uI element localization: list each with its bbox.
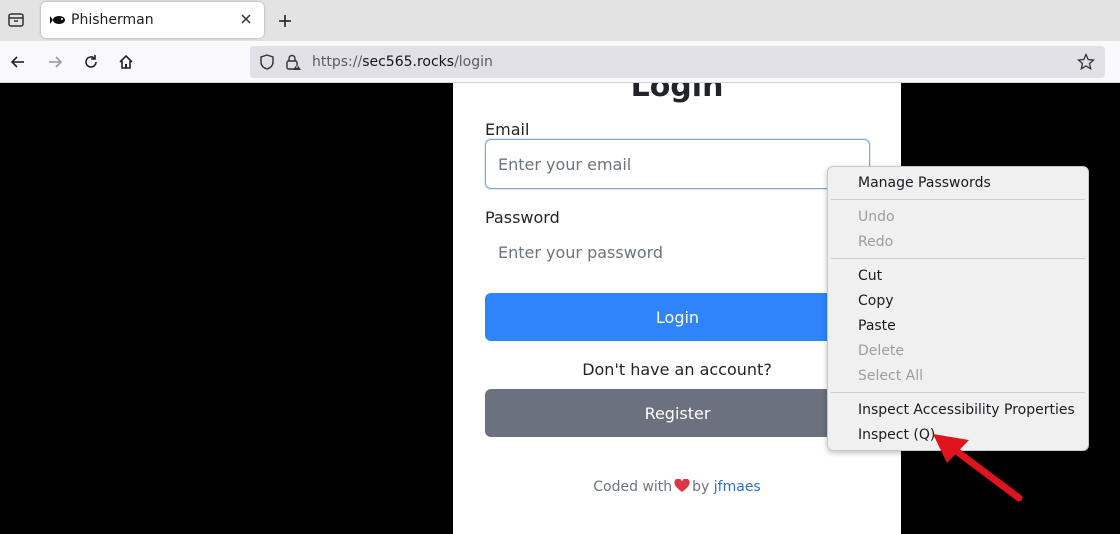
menu-item-redo[interactable]: Redo	[858, 234, 893, 250]
forward-button[interactable]	[42, 49, 68, 75]
tab-bar: Phisherman	[0, 0, 1120, 41]
footer: Coded with by jfmaes	[453, 479, 901, 495]
url-text[interactable]: https://sec565.rocks/login	[312, 54, 493, 70]
author-link[interactable]: jfmaes	[714, 479, 761, 495]
tab-list-icon	[8, 13, 24, 27]
home-button[interactable]	[113, 49, 139, 75]
menu-item-copy[interactable]: Copy	[858, 293, 894, 309]
star-icon[interactable]	[1077, 53, 1095, 71]
lock-icon[interactable]	[284, 53, 302, 71]
menu-item-select-all[interactable]: Select All	[858, 368, 923, 384]
back-arrow-icon	[10, 56, 24, 68]
page-title: Login	[630, 83, 724, 104]
heart-icon	[674, 479, 690, 492]
register-button[interactable]: Register	[485, 389, 870, 437]
tab-list-button[interactable]	[0, 4, 32, 36]
url-scheme: https://	[312, 54, 363, 70]
new-tab-button[interactable]	[272, 8, 298, 34]
shield-icon[interactable]	[258, 53, 276, 71]
fish-favicon-icon	[50, 16, 65, 24]
reload-icon	[85, 55, 97, 68]
plus-icon	[279, 15, 291, 27]
tab-phisherman[interactable]: Phisherman	[41, 2, 264, 38]
url-bar[interactable]: https://sec565.rocks/login	[250, 46, 1105, 78]
menu-item-inspect[interactable]: Inspect (Q)	[858, 427, 935, 443]
context-menu: Manage Passwords Undo Redo Cut Copy Past…	[827, 166, 1089, 451]
tab-title: Phisherman	[71, 12, 154, 28]
footer-by: by	[692, 479, 710, 495]
menu-item-manage-passwords[interactable]: Manage Passwords	[858, 175, 991, 191]
navigation-bar: https://sec565.rocks/login	[0, 41, 1120, 83]
back-button[interactable]	[5, 49, 31, 75]
menu-item-paste[interactable]: Paste	[858, 318, 896, 334]
close-icon	[241, 14, 251, 24]
menu-item-undo[interactable]: Undo	[858, 209, 895, 225]
tab-close-button[interactable]	[238, 11, 254, 27]
email-field[interactable]	[485, 139, 870, 189]
email-label: Email	[485, 120, 530, 139]
password-field[interactable]	[485, 227, 870, 277]
home-icon	[119, 54, 133, 69]
forward-arrow-icon	[49, 56, 63, 68]
menu-separator	[831, 392, 1085, 393]
url-host: sec565.rocks	[362, 54, 455, 70]
menu-separator	[831, 258, 1085, 259]
password-label: Password	[485, 208, 560, 227]
menu-separator	[831, 199, 1085, 200]
annotation-arrow-icon	[933, 434, 1023, 502]
menu-item-delete[interactable]: Delete	[858, 343, 904, 359]
login-button[interactable]: Login	[485, 293, 870, 341]
menu-item-cut[interactable]: Cut	[858, 268, 882, 284]
footer-prefix: Coded with	[593, 479, 673, 495]
url-path: /login	[454, 54, 493, 70]
menu-item-inspect-accessibility[interactable]: Inspect Accessibility Properties	[858, 402, 1075, 418]
reload-button[interactable]	[78, 49, 104, 75]
